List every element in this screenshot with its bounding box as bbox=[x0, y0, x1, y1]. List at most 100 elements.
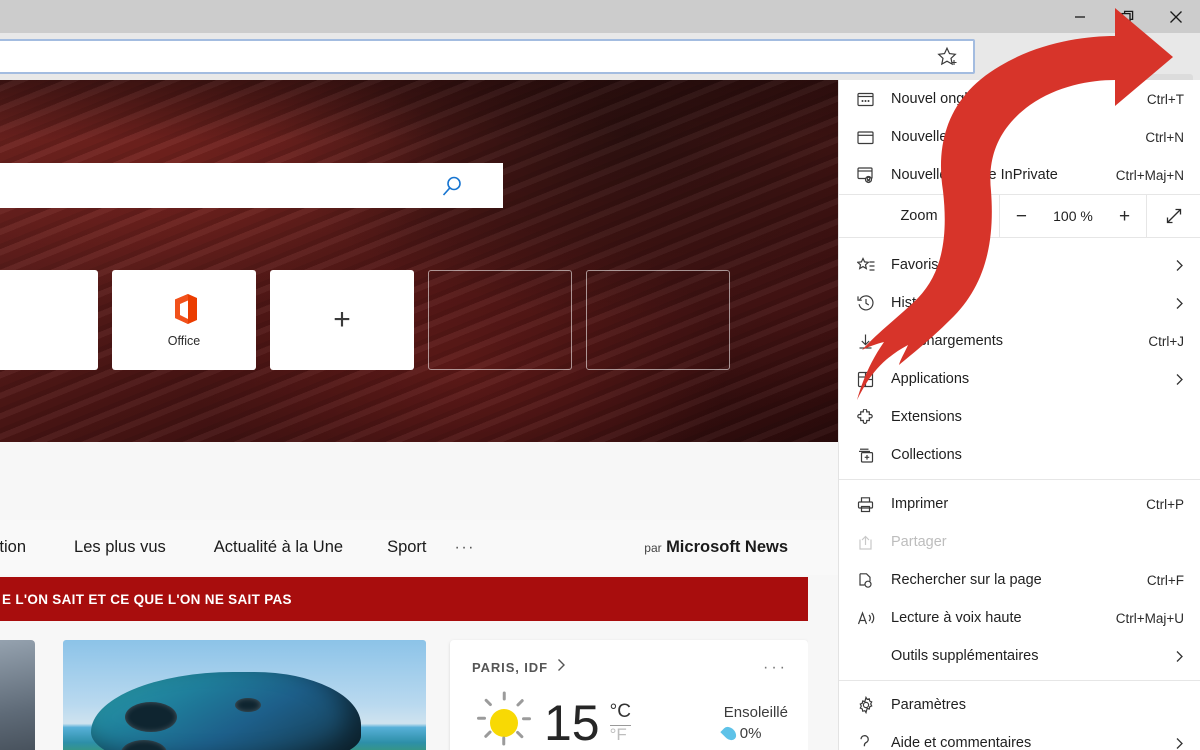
sun-icon bbox=[476, 695, 532, 750]
weather-unit-toggle[interactable]: °C °F bbox=[610, 702, 631, 745]
news-card-partial[interactable] bbox=[0, 640, 35, 750]
menu-item-rechercher-sur-la-page[interactable]: Rechercher sur la page Ctrl+F bbox=[839, 561, 1200, 599]
close-button[interactable] bbox=[1152, 0, 1200, 33]
news-nav-item-actualite-a-la-une[interactable]: Actualité à la Une bbox=[214, 538, 343, 557]
weather-humidity-row: 0% bbox=[724, 725, 788, 742]
menu-item-label: Collections bbox=[891, 447, 1184, 463]
zoom-label: Zoom bbox=[839, 208, 999, 224]
sun-ray bbox=[516, 730, 524, 738]
menu-item-accelerator: Ctrl+Maj+U bbox=[1116, 611, 1184, 626]
star-add-icon[interactable] bbox=[935, 45, 959, 69]
zoom-in-button[interactable]: + bbox=[1119, 207, 1130, 226]
menu-item-telechargements[interactable]: Téléchargements Ctrl+J bbox=[839, 322, 1200, 360]
menu-item-aide-et-commentaires[interactable]: Aide et commentaires bbox=[839, 724, 1200, 750]
browser-window: Office + action Les plus vus Actualité à… bbox=[0, 0, 1200, 750]
menu-item-label: Lecture à voix haute bbox=[891, 610, 1108, 626]
sun-ray bbox=[484, 730, 492, 738]
menu-item-label: Applications bbox=[891, 371, 1175, 387]
menu-item-historique[interactable]: Historique bbox=[839, 284, 1200, 322]
office-icon bbox=[169, 292, 199, 326]
menu-item-label: Imprimer bbox=[891, 496, 1138, 512]
weather-card-body: 15 °C °F Ensoleillé 0% bbox=[450, 677, 808, 750]
weather-card[interactable]: PARIS, IDF ··· 15 bbox=[450, 640, 808, 750]
browser-settings-menu: Nouvel onglet Ctrl+T Nouvelle fenêtre Ct… bbox=[838, 80, 1200, 750]
menu-item-accelerator: Ctrl+Maj+N bbox=[1116, 168, 1184, 183]
sun-ray bbox=[477, 717, 486, 720]
zoom-out-button[interactable]: − bbox=[1016, 207, 1027, 226]
menu-item-collections[interactable]: Collections bbox=[839, 436, 1200, 474]
news-nav-item-les-plus-vus[interactable]: Les plus vus bbox=[74, 538, 166, 557]
menu-item-label: Extensions bbox=[891, 409, 1184, 425]
news-nav-item-sport[interactable]: Sport bbox=[387, 538, 426, 557]
weather-details: Ensoleillé 0% bbox=[724, 704, 788, 742]
address-bar-row bbox=[0, 33, 1200, 80]
downloads-icon bbox=[857, 333, 891, 350]
extensions-icon bbox=[857, 409, 891, 426]
menu-item-lecture-a-voix-haute[interactable]: Lecture à voix haute Ctrl+Maj+U bbox=[839, 599, 1200, 637]
menu-item-label: Nouvelle fenêtre InPrivate bbox=[891, 167, 1108, 183]
menu-separator bbox=[839, 680, 1200, 681]
restore-button[interactable] bbox=[1104, 0, 1152, 33]
chevron-right-icon[interactable] bbox=[556, 658, 567, 677]
menu-item-partager: Partager bbox=[839, 523, 1200, 561]
weather-location[interactable]: PARIS, IDF bbox=[472, 660, 548, 675]
read-aloud-icon bbox=[857, 610, 891, 627]
sun-ray bbox=[484, 699, 492, 707]
tile-office[interactable]: Office bbox=[112, 270, 256, 370]
fullscreen-icon[interactable] bbox=[1146, 195, 1200, 237]
weather-temperature: 15 bbox=[544, 698, 600, 748]
menu-spacer bbox=[839, 238, 1200, 246]
menu-item-label: Aide et commentaires bbox=[891, 735, 1175, 750]
weather-unit-celsius[interactable]: °C bbox=[610, 702, 631, 726]
menu-item-accelerator: Ctrl+F bbox=[1147, 573, 1184, 588]
news-attribution-prefix: par bbox=[644, 541, 661, 555]
menu-item-accelerator: Ctrl+T bbox=[1147, 92, 1184, 107]
hero-background-image bbox=[0, 80, 838, 442]
menu-item-nouvel-onglet[interactable]: Nouvel onglet Ctrl+T bbox=[839, 80, 1200, 118]
menu-item-favoris[interactable]: Favoris bbox=[839, 246, 1200, 284]
menu-item-parametres[interactable]: Paramètres bbox=[839, 686, 1200, 724]
menu-item-label: Historique bbox=[891, 295, 1175, 311]
sun-ray bbox=[503, 692, 506, 701]
menu-item-extensions[interactable]: Extensions bbox=[839, 398, 1200, 436]
search-input[interactable] bbox=[0, 163, 503, 208]
menu-item-accelerator: Ctrl+P bbox=[1146, 497, 1184, 512]
weather-more-icon[interactable]: ··· bbox=[763, 659, 788, 677]
weather-humidity: 0% bbox=[740, 725, 762, 742]
menu-item-applications[interactable]: Applications bbox=[839, 360, 1200, 398]
tile-placeholder[interactable] bbox=[586, 270, 730, 370]
inprivate-icon bbox=[857, 166, 891, 184]
news-card-photo[interactable] bbox=[63, 640, 426, 750]
tile-add[interactable]: + bbox=[270, 270, 414, 370]
page-right-gutter bbox=[808, 630, 838, 750]
weather-unit-fahrenheit[interactable]: °F bbox=[610, 726, 631, 745]
tile-site[interactable] bbox=[0, 270, 98, 370]
tile-label: Office bbox=[168, 334, 200, 348]
menu-item-label: Paramètres bbox=[891, 697, 1184, 713]
breaking-news-banner[interactable]: E L'ON SAIT ET CE QUE L'ON NE SAIT PAS bbox=[0, 577, 808, 621]
chevron-right-icon bbox=[1175, 737, 1184, 750]
menu-item-label: Nouvelle fenêtre bbox=[891, 129, 1137, 145]
menu-item-label: Favoris bbox=[891, 257, 1175, 273]
menu-separator bbox=[839, 479, 1200, 480]
news-nav-overflow-icon[interactable]: ··· bbox=[455, 539, 475, 557]
news-attribution-brand: Microsoft News bbox=[666, 538, 788, 556]
share-icon bbox=[857, 534, 891, 551]
weather-condition: Ensoleillé bbox=[724, 704, 788, 721]
news-nav-item-action[interactable]: action bbox=[0, 538, 26, 557]
chevron-right-icon bbox=[1175, 297, 1184, 310]
tile-placeholder[interactable] bbox=[428, 270, 572, 370]
weather-card-header: PARIS, IDF ··· bbox=[450, 640, 808, 677]
menu-item-nouvelle-fenetre-inprivate[interactable]: Nouvelle fenêtre InPrivate Ctrl+Maj+N bbox=[839, 156, 1200, 194]
new-tab-icon bbox=[857, 91, 891, 108]
minimize-button[interactable] bbox=[1056, 0, 1104, 33]
menu-item-nouvelle-fenetre[interactable]: Nouvelle fenêtre Ctrl+N bbox=[839, 118, 1200, 156]
address-bar[interactable] bbox=[0, 39, 975, 74]
plus-icon: + bbox=[333, 305, 351, 335]
menu-item-outils-supplementaires[interactable]: Outils supplémentaires bbox=[839, 637, 1200, 675]
search-icon[interactable] bbox=[439, 174, 465, 205]
favorites-icon bbox=[857, 257, 891, 274]
menu-item-imprimer[interactable]: Imprimer Ctrl+P bbox=[839, 485, 1200, 523]
menu-item-label: Partager bbox=[891, 534, 1184, 550]
zoom-controls: − 100 % + bbox=[999, 195, 1146, 237]
